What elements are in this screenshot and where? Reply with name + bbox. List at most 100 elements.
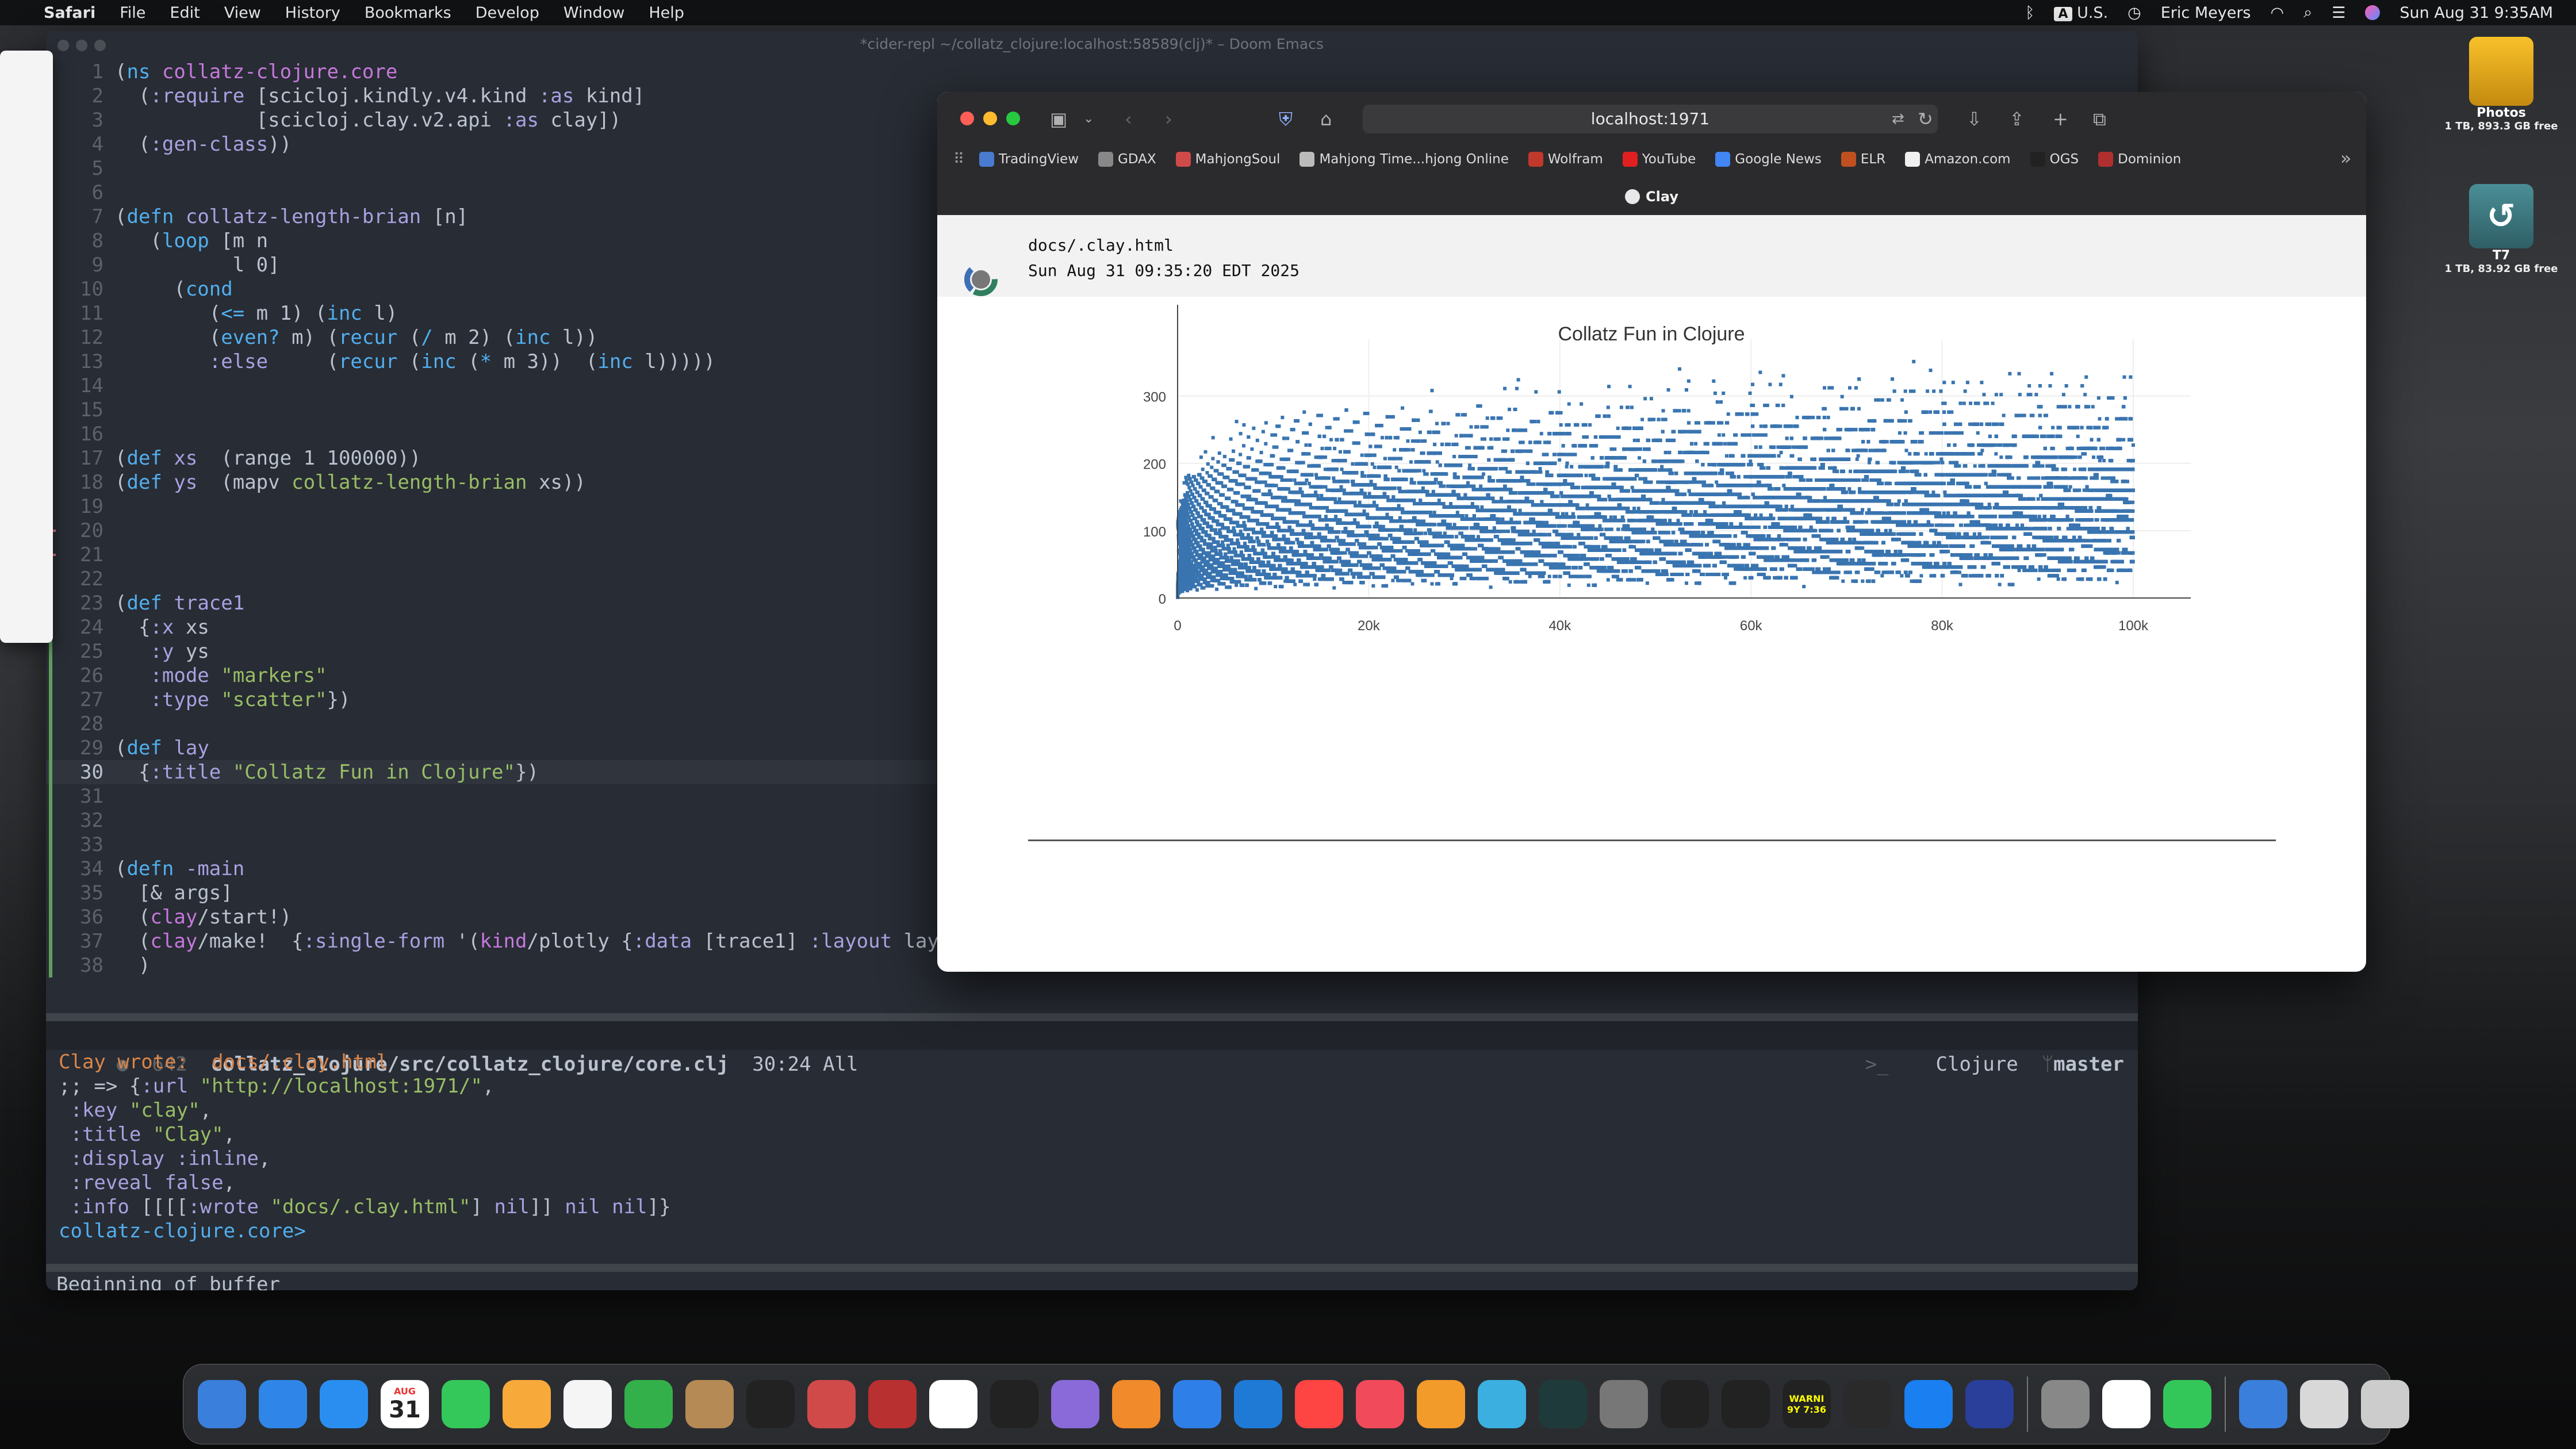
bookmark-mahjongsoul[interactable]: MahjongSoul bbox=[1176, 152, 1281, 167]
scatter-chart[interactable]: Collatz Fun in Clojure 01002003000 20k 40k… bbox=[937, 305, 2366, 822]
translate-icon[interactable]: ⇄ bbox=[1892, 110, 1904, 128]
bookmark-favicon-icon bbox=[1300, 152, 1314, 167]
code-token: "clay" bbox=[129, 1099, 200, 1122]
background-window[interactable] bbox=[0, 51, 53, 643]
code-token: <= bbox=[221, 302, 256, 325]
menu-item-view[interactable]: View bbox=[224, 4, 261, 22]
code-token: :x bbox=[150, 616, 185, 639]
code-token: ( bbox=[115, 302, 221, 325]
close-button[interactable] bbox=[960, 112, 974, 125]
scatter-point bbox=[1187, 494, 1191, 498]
code-token: "http://localhost:1971/" bbox=[200, 1075, 482, 1098]
scatter-point bbox=[1186, 491, 1189, 494]
code-token: :layout bbox=[810, 930, 904, 953]
scatter-point bbox=[1191, 513, 1195, 517]
repl-line: ;; => {:url "http://localhost:1971/", bbox=[59, 1074, 2138, 1098]
code-token: ( bbox=[115, 205, 126, 228]
minimize-button[interactable] bbox=[983, 112, 997, 125]
minimize-button[interactable] bbox=[76, 40, 87, 51]
minibuffer[interactable]: Beginning of buffer bbox=[46, 1264, 2138, 1290]
share-icon[interactable]: ⇪ bbox=[2009, 108, 2025, 130]
menu-item-history[interactable]: History bbox=[285, 4, 340, 22]
bookmark-dominion[interactable]: Dominion bbox=[2098, 152, 2181, 167]
line-number: 38 bbox=[46, 953, 115, 977]
bookmark-ogs[interactable]: OGS bbox=[2030, 152, 2079, 167]
menu-item-file[interactable]: File bbox=[120, 4, 145, 22]
wifi-icon[interactable]: ◠ bbox=[2271, 4, 2284, 22]
menu-clock[interactable]: Sun Aug 31 9:35AM bbox=[2399, 4, 2553, 22]
user-name[interactable]: Eric Meyers bbox=[2161, 4, 2251, 22]
bookmark-gdax[interactable]: GDAX bbox=[1098, 152, 1156, 167]
code-token: ( bbox=[115, 447, 126, 470]
new-tab-icon[interactable]: + bbox=[2053, 108, 2068, 130]
code-token: :reveal bbox=[70, 1171, 164, 1194]
code-token: :else bbox=[209, 350, 268, 373]
line-number: 31 bbox=[46, 784, 115, 808]
code-token: ys bbox=[174, 471, 221, 494]
code-token bbox=[59, 1147, 70, 1170]
code-token: ) bbox=[115, 954, 150, 977]
tab-clay[interactable]: Clay bbox=[1625, 189, 1678, 205]
code-token bbox=[115, 640, 150, 663]
code-token: ]] bbox=[530, 1195, 565, 1218]
menu-app-name[interactable]: Safari bbox=[44, 4, 95, 22]
clay-favicon-icon bbox=[1625, 189, 1640, 204]
code-token: ( bbox=[115, 229, 162, 252]
search-icon[interactable]: ⌕ bbox=[2303, 3, 2312, 22]
control-center-icon[interactable]: ☰ bbox=[2332, 4, 2345, 22]
grid-icon[interactable]: ⠿ bbox=[953, 151, 964, 168]
forward-icon[interactable]: › bbox=[1165, 108, 1172, 130]
shield-icon[interactable]: ⛨ bbox=[1279, 108, 1293, 131]
sidebar-icon[interactable]: ▣ bbox=[1050, 108, 1067, 130]
line-number: 13 bbox=[46, 350, 115, 374]
bookmark-google-news[interactable]: Google News bbox=[1715, 152, 1822, 167]
mode-line: ● 642 collatz_clojure/src/collatz_clojur… bbox=[46, 1013, 2138, 1050]
scatter-point bbox=[1192, 534, 1195, 538]
code-token: [m n bbox=[221, 229, 268, 252]
clock-history-icon[interactable]: ◷ bbox=[2128, 4, 2141, 22]
code-token: , bbox=[482, 1075, 494, 1098]
bookmark-amazon-com[interactable]: Amazon.com bbox=[1905, 152, 2010, 167]
code-token: , bbox=[200, 1099, 212, 1122]
menu-item-develop[interactable]: Develop bbox=[476, 4, 539, 22]
bookmark-youtube[interactable]: YouTube bbox=[1623, 152, 1696, 167]
git-gutter-marker bbox=[49, 736, 52, 760]
chevron-down-icon[interactable]: ⌄ bbox=[1083, 112, 1094, 126]
menu-item-help[interactable]: Help bbox=[649, 4, 684, 22]
repl-line: :title "Clay", bbox=[59, 1122, 2138, 1147]
menu-item-window[interactable]: Window bbox=[564, 4, 624, 22]
bookmark-favicon-icon bbox=[979, 152, 994, 167]
menu-item-edit[interactable]: Edit bbox=[170, 4, 200, 22]
code-token: nil bbox=[494, 1195, 529, 1218]
reload-icon[interactable]: ↻ bbox=[1918, 108, 1933, 130]
emacs-title: *cider-repl ~/collatz_clojure:localhost:… bbox=[860, 36, 1324, 52]
chart-container[interactable]: Collatz Fun in Clojure 0 100 200 300 0 20k 40k… bbox=[937, 305, 2366, 903]
bookmark-mahjong-time-hjong-online[interactable]: Mahjong Time...hjong Online bbox=[1300, 152, 1508, 167]
tab-overview-icon[interactable]: ⧉ bbox=[2093, 108, 2106, 131]
code-line[interactable]: 1 (ns collatz-clojure.core bbox=[46, 60, 2138, 84]
scatter-point bbox=[1187, 524, 1190, 528]
bookmark-tradingview[interactable]: TradingView bbox=[979, 152, 1079, 167]
address-bar[interactable]: localhost:1971 bbox=[1363, 105, 1938, 133]
git-gutter-marker bbox=[49, 833, 52, 857]
code-token: defn bbox=[126, 857, 185, 880]
code-token: /plotly { bbox=[527, 930, 633, 953]
bookmark-wolfram[interactable]: Wolfram bbox=[1528, 152, 1603, 167]
bluetooth-icon[interactable]: ᛒ bbox=[2025, 4, 2034, 22]
code-token: m) ( bbox=[292, 326, 339, 349]
code-token: m 1) ( bbox=[256, 302, 327, 325]
back-icon[interactable]: ‹ bbox=[1125, 108, 1132, 130]
code-token: :y bbox=[150, 640, 185, 663]
zoom-button[interactable] bbox=[94, 40, 106, 51]
zoom-button[interactable] bbox=[1006, 112, 1020, 125]
home-icon[interactable]: ⌂ bbox=[1320, 108, 1332, 130]
code-token: ] bbox=[471, 1195, 494, 1218]
more-bookmarks-icon[interactable]: » bbox=[2340, 147, 2352, 169]
download-icon[interactable]: ⇩ bbox=[1966, 108, 1982, 130]
menu-item-bookmarks[interactable]: Bookmarks bbox=[365, 4, 451, 22]
input-source[interactable]: A U.S. bbox=[2054, 4, 2108, 22]
close-button[interactable] bbox=[57, 40, 69, 51]
siri-icon[interactable] bbox=[2365, 5, 2380, 20]
bookmark-elr[interactable]: ELR bbox=[1841, 152, 1885, 167]
repl-buffer[interactable]: Clay wrote: docs/.clay.html;; => {:url "… bbox=[46, 1050, 2138, 1263]
